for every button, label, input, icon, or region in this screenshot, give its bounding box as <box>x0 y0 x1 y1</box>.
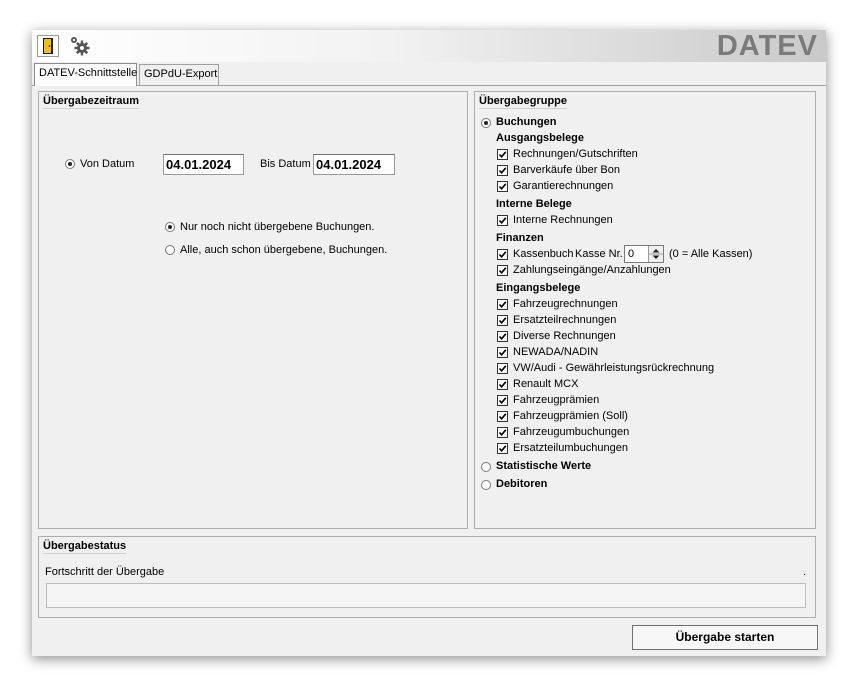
warranty-invoices-label: Garantierechnungen <box>513 180 614 192</box>
transfer-group: Übergabegruppe Buchungen Ausgangsbelege … <box>474 91 816 529</box>
incoming-item-label: Diverse Rechnungen <box>513 330 616 342</box>
to-date-input[interactable]: 04.01.2024 <box>313 154 395 175</box>
bookings-label: Buchungen <box>496 116 557 128</box>
internal-invoices-label: Interne Rechnungen <box>513 214 613 226</box>
incoming-item-label: Renault MCX <box>513 378 579 390</box>
incoming-item-checkbox[interactable] <box>497 395 508 406</box>
status-title: Übergabestatus <box>43 540 127 554</box>
incoming-item-checkbox[interactable] <box>497 411 508 422</box>
stats-radio[interactable] <box>481 462 491 472</box>
internal-heading: Interne Belege <box>496 198 572 210</box>
cash-no-stepper[interactable]: 0 <box>624 245 664 263</box>
cash-no-value: 0 <box>628 248 635 260</box>
date-range-radio[interactable] <box>65 159 75 169</box>
incoming-item-label: Ersatzteilrechnungen <box>513 314 617 326</box>
incoming-item-checkbox[interactable] <box>497 427 508 438</box>
cashbook-checkbox[interactable] <box>497 249 508 260</box>
incoming-item-label: Fahrzeugumbuchungen <box>513 426 630 438</box>
progress-label: Fortschritt der Übergabe <box>45 566 165 578</box>
invoices-label: Rechnungen/Gutschriften <box>513 148 638 160</box>
toolbar: DATEV <box>32 30 826 62</box>
start-transfer-button[interactable]: Übergabe starten <box>632 625 818 650</box>
stepper-arrows[interactable] <box>648 246 663 262</box>
cash-sales-label: Barverkäufe über Bon <box>513 164 621 176</box>
payments-checkbox[interactable] <box>497 265 508 276</box>
incoming-item-checkbox[interactable] <box>497 315 508 326</box>
tab-datev-schnittstelle[interactable]: DATEV-Schnittstelle <box>34 63 137 86</box>
tab-gdpdu-export[interactable]: GDPdU-Export <box>139 64 219 85</box>
exit-door-icon <box>43 38 53 54</box>
period-group: Übergabezeitraum Von Datum 04.01.2024 Bi… <box>38 91 468 529</box>
from-date-label: Von Datum <box>80 158 135 170</box>
finance-heading: Finanzen <box>496 232 544 244</box>
incoming-item-checkbox[interactable] <box>497 379 508 390</box>
settings-button[interactable] <box>68 35 92 57</box>
progress-bar <box>46 583 806 608</box>
bookings-radio[interactable] <box>481 118 491 128</box>
datev-window: DATEV DATEV-Schnittstelle GDPdU-Export Ü… <box>32 30 826 656</box>
debtors-radio[interactable] <box>481 480 491 490</box>
incoming-item-label: Fahrzeugprämien <box>513 394 600 406</box>
progress-mark: . <box>803 566 807 578</box>
from-date-input[interactable]: 04.01.2024 <box>163 154 244 175</box>
cash-hint: (0 = Alle Kassen) <box>669 248 753 260</box>
incoming-item-checkbox[interactable] <box>497 443 508 454</box>
debtors-label: Debitoren <box>496 478 548 490</box>
transfer-group-title: Übergabegruppe <box>479 95 568 109</box>
payments-label: Zahlungseingänge/Anzahlungen <box>513 264 671 276</box>
only-new-radio[interactable] <box>165 222 175 232</box>
cashbook-label: Kassenbuch <box>513 248 574 260</box>
all-bookings-label: Alle, auch schon übergebene, Buchungen. <box>180 244 388 256</box>
incoming-item-label: Ersatzteilumbuchungen <box>513 442 628 454</box>
period-title: Übergabezeitraum <box>43 95 139 109</box>
stepper-arrows-icon <box>649 249 663 259</box>
all-bookings-radio[interactable] <box>165 245 175 255</box>
to-date-label: Bis Datum <box>260 158 311 170</box>
incoming-item-checkbox[interactable] <box>497 299 508 310</box>
incoming-item-checkbox[interactable] <box>497 347 508 358</box>
incoming-item-label: Fahrzeugprämien (Soll) <box>513 410 628 422</box>
stats-label: Statistische Werte <box>496 460 592 472</box>
exit-button[interactable] <box>37 35 59 57</box>
datev-logo: DATEV <box>716 30 818 62</box>
only-new-label: Nur noch nicht übergebene Buchungen. <box>180 221 375 233</box>
incoming-item-checkbox[interactable] <box>497 331 508 342</box>
incoming-item-label: NEWADA/NADIN <box>513 346 599 358</box>
gear-icon <box>71 37 90 56</box>
incoming-item-checkbox[interactable] <box>497 363 508 374</box>
internal-invoices-checkbox[interactable] <box>497 215 508 226</box>
tab-strip: DATEV-Schnittstelle GDPdU-Export <box>32 63 826 86</box>
outgoing-heading: Ausgangsbelege <box>496 132 585 144</box>
cash-sales-checkbox[interactable] <box>497 165 508 176</box>
incoming-item-label: Fahrzeugrechnungen <box>513 298 618 310</box>
invoices-checkbox[interactable] <box>497 149 508 160</box>
cash-no-label: Kasse Nr. <box>575 248 623 260</box>
incoming-heading: Eingangsbelege <box>496 282 581 294</box>
incoming-item-label: VW/Audi - Gewährleistungsrückrechnung <box>513 362 715 374</box>
warranty-invoices-checkbox[interactable] <box>497 181 508 192</box>
